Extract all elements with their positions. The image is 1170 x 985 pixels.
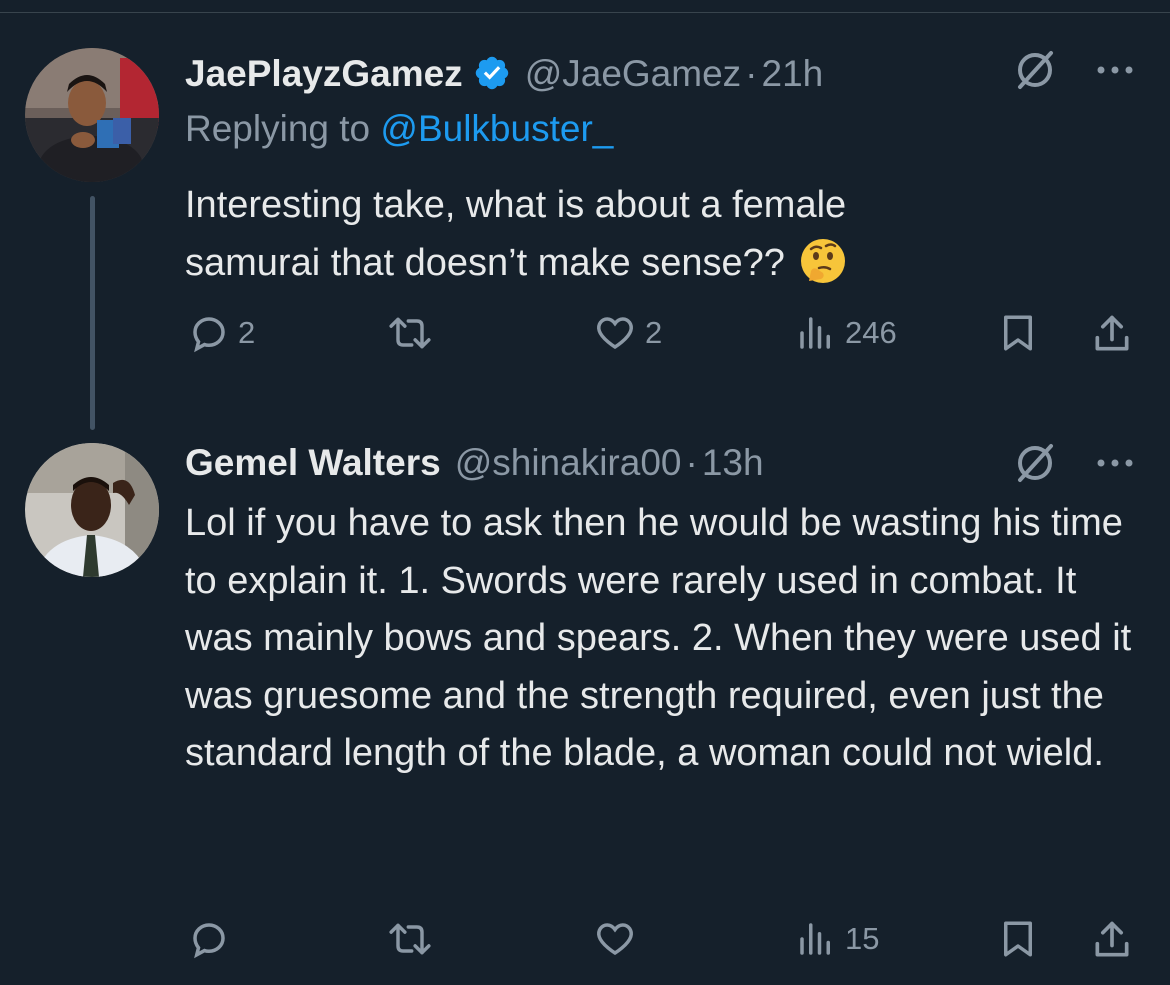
- reply-button[interactable]: [188, 918, 238, 960]
- tweet-text: Interesting take, what is about a female…: [185, 177, 985, 292]
- replying-to-mention[interactable]: @Bulkbuster_: [380, 108, 613, 149]
- views-count: 246: [845, 315, 897, 350]
- share-button[interactable]: [1090, 312, 1134, 356]
- timestamp[interactable]: 13h: [702, 442, 764, 484]
- display-name[interactable]: JaePlayzGamez: [185, 53, 463, 95]
- timestamp[interactable]: 21h: [762, 53, 824, 95]
- retweet-icon: [389, 317, 431, 349]
- avatar-jaeplayzgamez[interactable]: [25, 48, 159, 182]
- heart-icon: [597, 923, 633, 956]
- reply-button[interactable]: 2: [188, 312, 255, 354]
- bookmark-button[interactable]: [997, 312, 1039, 354]
- analytics-icon: [800, 317, 830, 349]
- display-name[interactable]: Gemel Walters: [185, 442, 441, 484]
- more-options-icon[interactable]: [1093, 453, 1137, 473]
- grok-icon[interactable]: [1013, 48, 1057, 92]
- replying-to-line: Replying to @Bulkbuster_: [185, 108, 613, 150]
- bookmark-icon: [1004, 921, 1032, 957]
- more-options-icon[interactable]: [1093, 60, 1137, 80]
- views-button[interactable]: 246: [795, 312, 897, 354]
- like-count: 2: [645, 315, 663, 350]
- share-icon: [1095, 921, 1129, 957]
- separator-dot: ·: [685, 442, 698, 483]
- tweet-actions: 2 2 246: [0, 312, 1170, 372]
- share-icon: [1095, 315, 1129, 351]
- heart-icon: [597, 317, 633, 350]
- bookmark-button[interactable]: [997, 918, 1039, 960]
- like-button[interactable]: 2: [593, 312, 662, 354]
- retweet-button[interactable]: [386, 312, 442, 354]
- user-handle[interactable]: @shinakira00: [455, 442, 682, 484]
- verified-badge-icon[interactable]: [473, 54, 511, 92]
- reply-icon: [193, 317, 225, 353]
- like-button[interactable]: [593, 918, 645, 960]
- tweet-text: Lol if you have to ask then he would be …: [185, 502, 1132, 774]
- views-button[interactable]: 15: [795, 918, 879, 960]
- top-divider: [0, 12, 1170, 13]
- separator-dot: ·: [745, 53, 758, 94]
- tweet-header: JaePlayzGamez @JaeGamez · 21h: [185, 48, 823, 95]
- tweet-text-content: Interesting take, what is about a female…: [185, 184, 847, 284]
- grok-icon[interactable]: [1013, 441, 1057, 485]
- analytics-icon: [800, 923, 830, 955]
- reply-count: 2: [238, 315, 256, 350]
- replying-to-label: Replying to: [185, 108, 381, 149]
- avatar-gemel-walters[interactable]: [25, 443, 159, 577]
- tweet-header: Gemel Walters @shinakira00 · 13h: [185, 442, 764, 484]
- retweet-icon: [389, 923, 431, 955]
- share-button[interactable]: [1090, 918, 1134, 962]
- bookmark-icon: [1004, 315, 1032, 351]
- thinking-face-emoji-icon: [799, 237, 847, 285]
- views-count: 15: [845, 921, 880, 956]
- retweet-button[interactable]: [386, 918, 442, 960]
- reply-icon: [193, 923, 225, 959]
- user-handle[interactable]: @JaeGamez: [525, 53, 741, 95]
- tweet-actions: 15: [0, 918, 1170, 978]
